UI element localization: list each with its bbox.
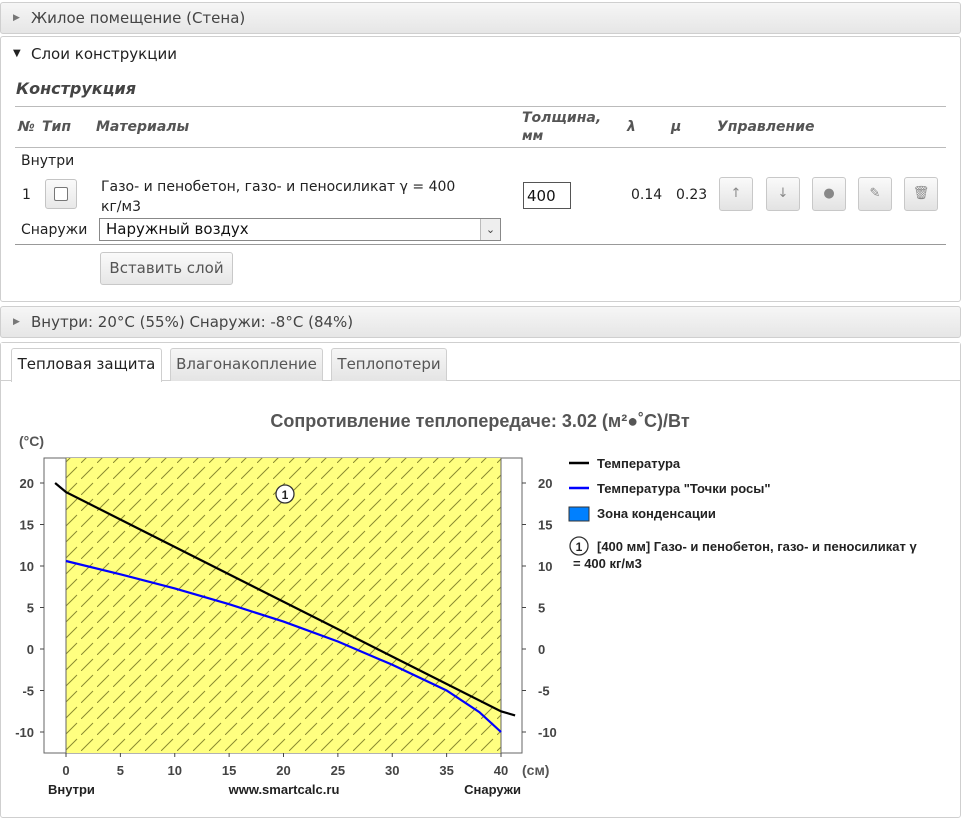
y-tick-label-right: 20 bbox=[538, 476, 552, 491]
triangle-down-icon: ▼ bbox=[13, 48, 21, 59]
construction-title: Конструкция bbox=[16, 79, 136, 98]
divider bbox=[15, 106, 946, 107]
chart-title: Сопротивление теплопередаче: 3.02 (м²●˚С… bbox=[270, 411, 689, 431]
x-label-outside: Снаружи bbox=[464, 782, 521, 797]
site-label: www.smartcalc.ru bbox=[228, 782, 340, 797]
layer-material-line1: Газо- и пенобетон, газо- и пеносиликат γ… bbox=[101, 179, 456, 195]
trash-icon: 🗑 bbox=[912, 186, 930, 201]
section-room-label: Жилое помещение (Стена) bbox=[31, 9, 246, 27]
arrow-up-icon: ↑ bbox=[730, 186, 742, 201]
tab-thermal-protection[interactable]: Тепловая защита bbox=[11, 348, 162, 382]
layer-num: 1 bbox=[22, 187, 31, 203]
x-tick-label: 0 bbox=[62, 763, 69, 778]
layers-panel: ▼ Слои конструкции Конструкция № Тип Мат… bbox=[0, 36, 961, 302]
section-room-header[interactable]: ▶ Жилое помещение (Стена) bbox=[0, 2, 961, 34]
section-climate-header[interactable]: ▶ Внутри: 20°С (55%) Снаружи: -8°С (84%) bbox=[0, 306, 961, 338]
header-lambda: λ bbox=[627, 119, 636, 135]
results-panel: Тепловая защита Влагонакопление Теплопот… bbox=[0, 342, 961, 818]
insert-layer-button[interactable]: Вставить слой bbox=[100, 252, 233, 285]
edit-button[interactable]: ✎ bbox=[858, 177, 892, 211]
tab-heat-loss[interactable]: Теплопотери bbox=[331, 348, 447, 381]
x-tick-label: 5 bbox=[117, 763, 124, 778]
divider bbox=[15, 147, 946, 148]
y-axis-label: (°С) bbox=[19, 433, 44, 449]
layer-marker-number: 1 bbox=[282, 488, 289, 502]
outside-label: Снаружи bbox=[21, 222, 88, 238]
delete-button[interactable]: 🗑 bbox=[904, 177, 938, 211]
legend-temperature-label: Температура bbox=[597, 456, 681, 471]
square-icon bbox=[54, 187, 68, 201]
x-tick-label: 25 bbox=[331, 763, 345, 778]
section-climate-label: Внутри: 20°С (55%) Снаружи: -8°С (84%) bbox=[31, 313, 354, 331]
thermal-chart: Сопротивление теплопередаче: 3.02 (м²●˚С… bbox=[15, 411, 918, 797]
x-tick-label: 30 bbox=[385, 763, 399, 778]
header-control: Управление bbox=[717, 119, 815, 135]
legend-layer-label-1: [400 мм] Газо- и пенобетон, газо- и пено… bbox=[597, 539, 918, 554]
x-tick-label: 10 bbox=[168, 763, 182, 778]
y-tick-label-left: 5 bbox=[27, 601, 34, 616]
legend-layer-marker-number: 1 bbox=[576, 540, 583, 554]
x-tick-label: 40 bbox=[494, 763, 508, 778]
header-num: № bbox=[18, 119, 35, 135]
layer-material: Газо- и пенобетон, газо- и пеносиликат γ… bbox=[101, 177, 511, 217]
layer-lambda: 0.14 bbox=[631, 187, 663, 203]
inside-label: Внутри bbox=[21, 153, 75, 169]
layer-material-line2: кг/м3 bbox=[101, 199, 141, 215]
y-tick-label-right: 5 bbox=[538, 601, 545, 616]
header-type: Тип bbox=[42, 119, 72, 135]
header-mu: μ bbox=[671, 119, 682, 135]
pencil-icon: ✎ bbox=[869, 186, 881, 201]
x-tick-label: 20 bbox=[276, 763, 290, 778]
triangle-right-icon: ▶ bbox=[13, 317, 20, 327]
layer-mu: 0.23 bbox=[676, 187, 708, 203]
legend-dew-label: Температура "Точки росы" bbox=[597, 481, 771, 496]
y-tick-label-left: 20 bbox=[20, 476, 34, 491]
legend-condensation-label: Зона конденсации bbox=[597, 506, 716, 521]
header-thickness: Толщина, bbox=[522, 110, 602, 126]
triangle-right-icon: ▶ bbox=[13, 13, 20, 23]
section-layers-label: Слои конструкции bbox=[31, 45, 177, 63]
legend-layer-label-2: = 400 кг/м3 bbox=[573, 556, 642, 571]
y-tick-label-left: 10 bbox=[20, 559, 34, 574]
y-tick-label-right: -5 bbox=[538, 684, 550, 699]
y-tick-label-left: -5 bbox=[22, 684, 34, 699]
tab-bar: Тепловая защита Влагонакопление Теплопот… bbox=[1, 343, 960, 382]
x-label-inside: Внутри bbox=[48, 782, 95, 797]
divider bbox=[15, 244, 946, 245]
y-tick-label-left: 15 bbox=[20, 518, 34, 533]
header-thickness-unit: мм bbox=[522, 129, 544, 144]
y-tick-label-left: 0 bbox=[27, 642, 34, 657]
y-tick-label-right: -10 bbox=[538, 725, 557, 740]
dot-icon: ● bbox=[823, 186, 835, 201]
y-tick-label-right: 15 bbox=[538, 518, 552, 533]
x-axis-label: (см) bbox=[522, 762, 549, 778]
record-button[interactable]: ● bbox=[812, 177, 846, 211]
outside-select[interactable]: Наружный воздух ⌄ bbox=[99, 218, 501, 241]
y-tick-label-right: 10 bbox=[538, 559, 552, 574]
layer-type-button[interactable] bbox=[45, 179, 77, 209]
chevron-down-icon: ⌄ bbox=[480, 219, 500, 240]
x-tick-label: 35 bbox=[439, 763, 453, 778]
section-layers-header[interactable]: ▼ Слои конструкции bbox=[1, 37, 960, 71]
move-up-button[interactable]: ↑ bbox=[719, 177, 753, 211]
header-materials: Материалы bbox=[96, 119, 190, 135]
tab-moisture[interactable]: Влагонакопление bbox=[170, 348, 323, 381]
arrow-down-icon: ↓ bbox=[777, 186, 789, 201]
legend-condensation-swatch bbox=[568, 506, 590, 522]
layer-thickness-input[interactable] bbox=[523, 182, 571, 209]
y-tick-label-left: -10 bbox=[15, 725, 34, 740]
outside-select-value: Наружный воздух bbox=[106, 220, 249, 238]
y-tick-label-right: 0 bbox=[538, 642, 545, 657]
x-tick-label: 15 bbox=[222, 763, 236, 778]
move-down-button[interactable]: ↓ bbox=[766, 177, 800, 211]
